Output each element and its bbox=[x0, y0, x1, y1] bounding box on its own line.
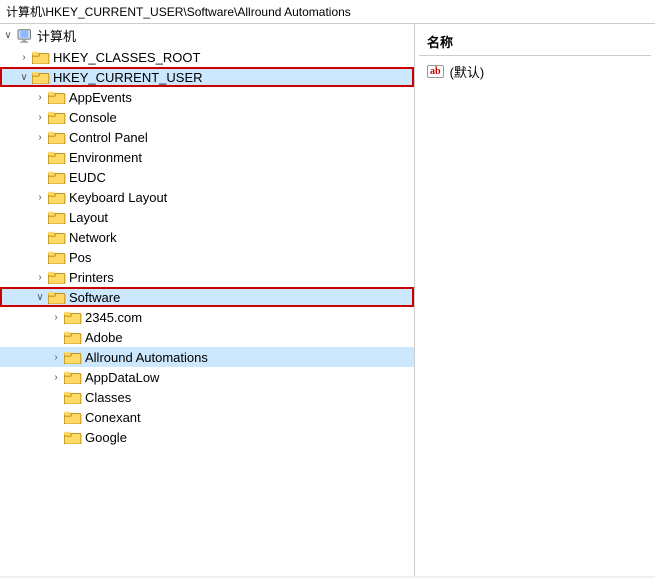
tree-expander[interactable] bbox=[48, 369, 64, 385]
tree-item-hkey_classes_root[interactable]: HKEY_CLASSES_ROOT bbox=[0, 47, 414, 67]
tree-item-control_panel[interactable]: Control Panel bbox=[0, 127, 414, 147]
folder-icon bbox=[48, 210, 66, 224]
tree-item-label: 2345.com bbox=[85, 310, 142, 325]
ab-icon: ab bbox=[427, 65, 444, 78]
tree-panel[interactable]: 计算机 HKEY_CLASSES_ROOT HKEY_CURRENT_USER … bbox=[0, 24, 415, 576]
tree-item-label: Layout bbox=[69, 210, 108, 225]
tree-item-adobe[interactable]: Adobe bbox=[0, 327, 414, 347]
tree-item-label: EUDC bbox=[69, 170, 106, 185]
tree-item-label: AppDataLow bbox=[85, 370, 159, 385]
computer-icon bbox=[16, 29, 34, 43]
breadcrumb: 计算机\HKEY_CURRENT_USER\Software\Allround … bbox=[0, 0, 655, 24]
tree-expander[interactable] bbox=[0, 28, 16, 44]
tree-item-network[interactable]: Network bbox=[0, 227, 414, 247]
tree-item-environment[interactable]: Environment bbox=[0, 147, 414, 167]
tree-item-label: Environment bbox=[69, 150, 142, 165]
tree-item-eudc[interactable]: EUDC bbox=[0, 167, 414, 187]
folder-icon bbox=[32, 70, 50, 84]
folder-icon bbox=[64, 330, 82, 344]
tree-item-printers[interactable]: Printers bbox=[0, 267, 414, 287]
folder-icon bbox=[64, 410, 82, 424]
tree-item-label: Software bbox=[69, 290, 120, 305]
tree-item-conexant[interactable]: Conexant bbox=[0, 407, 414, 427]
right-panel-item: ab (默认) bbox=[419, 60, 651, 83]
tree-item-label: Control Panel bbox=[69, 130, 148, 145]
folder-icon bbox=[32, 50, 50, 64]
folder-icon bbox=[64, 430, 82, 444]
tree-item-label: Conexant bbox=[85, 410, 141, 425]
folder-icon bbox=[48, 150, 66, 164]
folder-icon bbox=[48, 170, 66, 184]
folder-icon bbox=[48, 270, 66, 284]
tree-item-appevents[interactable]: AppEvents bbox=[0, 87, 414, 107]
tree-item-software[interactable]: Software bbox=[0, 287, 414, 307]
folder-icon bbox=[64, 350, 82, 364]
folder-icon bbox=[48, 250, 66, 264]
tree-item-classes[interactable]: Classes bbox=[0, 387, 414, 407]
tree-item-label: HKEY_CURRENT_USER bbox=[53, 70, 203, 85]
right-panel: 名称 ab (默认) bbox=[415, 24, 655, 576]
tree-item-label: Google bbox=[85, 430, 127, 445]
tree-item-label: Pos bbox=[69, 250, 91, 265]
tree-expander[interactable] bbox=[32, 189, 48, 205]
tree-item-label: Allround Automations bbox=[85, 350, 208, 365]
tree-item-console[interactable]: Console bbox=[0, 107, 414, 127]
tree-item-google[interactable]: Google bbox=[0, 427, 414, 447]
tree-item-appdatalow[interactable]: AppDataLow bbox=[0, 367, 414, 387]
right-panel-header: 名称 bbox=[419, 28, 651, 56]
folder-icon bbox=[48, 110, 66, 124]
tree-expander[interactable] bbox=[16, 69, 32, 85]
tree-item-label: AppEvents bbox=[69, 90, 132, 105]
tree-item-label: HKEY_CLASSES_ROOT bbox=[53, 50, 200, 65]
tree-item-label: Network bbox=[69, 230, 117, 245]
folder-icon bbox=[64, 390, 82, 404]
main-container: 计算机 HKEY_CLASSES_ROOT HKEY_CURRENT_USER … bbox=[0, 24, 655, 576]
tree-expander[interactable] bbox=[16, 49, 32, 65]
tree-item-label: Keyboard Layout bbox=[69, 190, 167, 205]
tree-item-computer[interactable]: 计算机 bbox=[0, 24, 414, 47]
tree-expander[interactable] bbox=[48, 349, 64, 365]
folder-icon bbox=[48, 290, 66, 304]
default-value-label: (默认) bbox=[450, 62, 485, 81]
folder-icon bbox=[48, 230, 66, 244]
folder-icon bbox=[64, 310, 82, 324]
tree-item-label: Classes bbox=[85, 390, 131, 405]
folder-icon bbox=[48, 130, 66, 144]
tree-item-label: Printers bbox=[69, 270, 114, 285]
tree-item-label: Adobe bbox=[85, 330, 123, 345]
tree-item-keyboard_layout[interactable]: Keyboard Layout bbox=[0, 187, 414, 207]
folder-icon bbox=[64, 370, 82, 384]
tree-expander[interactable] bbox=[48, 309, 64, 325]
tree-expander[interactable] bbox=[32, 109, 48, 125]
tree-item-2345com[interactable]: 2345.com bbox=[0, 307, 414, 327]
folder-icon bbox=[48, 90, 66, 104]
tree-item-label: 计算机 bbox=[37, 26, 76, 45]
tree-expander[interactable] bbox=[32, 129, 48, 145]
tree-item-pos[interactable]: Pos bbox=[0, 247, 414, 267]
tree-item-label: Console bbox=[69, 110, 117, 125]
folder-icon bbox=[48, 190, 66, 204]
tree-expander[interactable] bbox=[32, 269, 48, 285]
tree-item-hkey_current_user[interactable]: HKEY_CURRENT_USER bbox=[0, 67, 414, 87]
tree-expander[interactable] bbox=[32, 289, 48, 305]
tree-item-allround_automations[interactable]: Allround Automations bbox=[0, 347, 414, 367]
tree-expander[interactable] bbox=[32, 89, 48, 105]
tree-item-layout[interactable]: Layout bbox=[0, 207, 414, 227]
